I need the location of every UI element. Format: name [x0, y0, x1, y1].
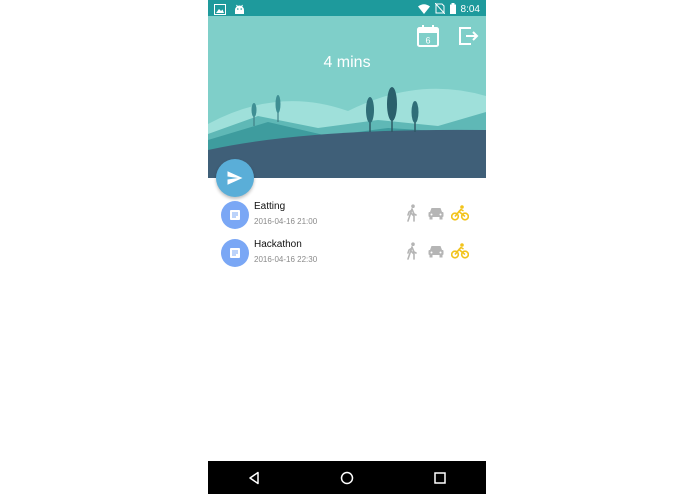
event-list: Eatting 2016-04-16 21:00 Hackathon 2016-… [208, 196, 486, 272]
calendar-day: 6 [425, 36, 430, 46]
recents-button[interactable] [428, 466, 452, 490]
transport-modes [403, 204, 469, 222]
event-datetime: 2016-04-16 21:00 [254, 217, 318, 226]
list-item[interactable]: Eatting 2016-04-16 21:00 [208, 196, 486, 234]
event-datetime: 2016-04-16 22:30 [254, 255, 318, 264]
car-icon [428, 246, 444, 258]
phone-screen: 8:04 4 mins 6 Eatting 2016-04-16 21:00 H… [208, 0, 486, 494]
trip-duration: 4 mins [323, 54, 371, 71]
header-banner: 4 mins 6 [208, 16, 486, 178]
status-time: 8:04 [460, 4, 480, 15]
bike-mode-button[interactable] [451, 204, 469, 222]
note-avatar [221, 239, 249, 267]
status-bar: 8:04 [208, 0, 486, 16]
back-icon [249, 471, 260, 484]
event-title: Hackathon [254, 239, 302, 250]
car-mode-button[interactable] [427, 242, 445, 260]
calendar-button[interactable]: 6 [416, 24, 440, 48]
exit-icon [459, 27, 479, 45]
exit-button[interactable] [456, 24, 480, 48]
send-fab[interactable] [216, 159, 254, 197]
send-icon [227, 171, 243, 185]
walk-mode-button[interactable] [403, 242, 421, 260]
note-avatar [221, 201, 249, 229]
bike-icon [451, 243, 469, 259]
home-button[interactable] [335, 466, 359, 490]
home-icon [340, 471, 354, 484]
car-mode-button[interactable] [427, 204, 445, 222]
bike-icon [451, 205, 469, 221]
recents-icon [433, 471, 446, 484]
walk-mode-button[interactable] [403, 204, 421, 222]
walk-icon [407, 242, 417, 260]
car-icon [428, 208, 444, 220]
bike-mode-button[interactable] [451, 242, 469, 260]
event-title: Eatting [254, 201, 286, 212]
walk-icon [407, 204, 417, 222]
transport-modes [403, 242, 469, 260]
landscape-illustration [208, 16, 486, 178]
list-item[interactable]: Hackathon 2016-04-16 22:30 [208, 234, 486, 272]
note-icon [230, 210, 240, 220]
navigation-bar [208, 461, 486, 494]
back-button[interactable] [242, 466, 266, 490]
calendar-icon: 6 [417, 25, 439, 47]
note-icon [230, 248, 240, 258]
